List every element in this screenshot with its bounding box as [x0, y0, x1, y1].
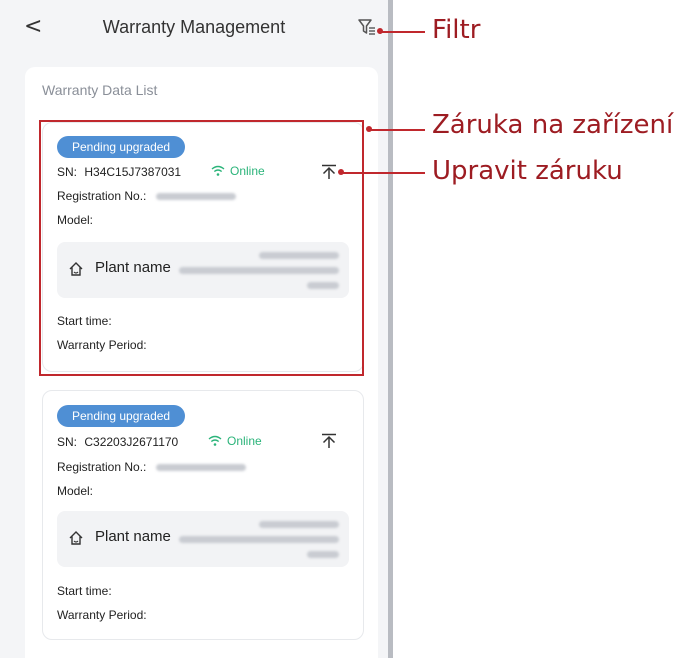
- device-warranty-annotation: Záruka na zařízení: [432, 110, 674, 140]
- start-time-label: Start time:: [57, 584, 112, 598]
- sn-row: SN: C32203J2671170: [57, 435, 178, 449]
- sn-label: SN:: [57, 435, 78, 449]
- online-label: Online: [227, 434, 262, 448]
- registration-value-blurred: [155, 464, 246, 471]
- warranty-period-label: Warranty Period:: [57, 608, 147, 622]
- home-icon: [69, 531, 83, 545]
- edit-warranty-annotation: Upravit záruku: [432, 156, 623, 186]
- online-status: Online: [208, 434, 262, 448]
- registration-label: Registration No.:: [57, 460, 147, 474]
- device-warranty-highlight: [39, 120, 364, 376]
- wifi-icon: [208, 435, 222, 446]
- app-header: < Warranty Management: [0, 0, 388, 58]
- upload-icon[interactable]: [321, 433, 337, 449]
- warranty-card[interactable]: Pending upgraded SN: C32203J2671170 Onli…: [42, 390, 364, 640]
- filter-icon[interactable]: [357, 17, 377, 37]
- filter-annotation: Filtr: [432, 15, 481, 45]
- status-badge: Pending upgraded: [57, 405, 186, 427]
- edit-warranty-callout-line: [341, 172, 425, 174]
- page-title: Warranty Management: [102, 17, 286, 37]
- plant-name-label: Plant name: [95, 528, 171, 545]
- model-label: Model:: [57, 484, 94, 498]
- device-warranty-callout-line: [369, 129, 425, 131]
- sn-value: C32203J2671170: [84, 435, 179, 449]
- filter-callout-line: [380, 31, 425, 33]
- plant-info-box: Plant name: [57, 511, 349, 567]
- registration-row: Registration No.:: [57, 460, 246, 474]
- screen-edge-divider: [388, 0, 393, 658]
- panel-title: Warranty Data List: [42, 82, 158, 98]
